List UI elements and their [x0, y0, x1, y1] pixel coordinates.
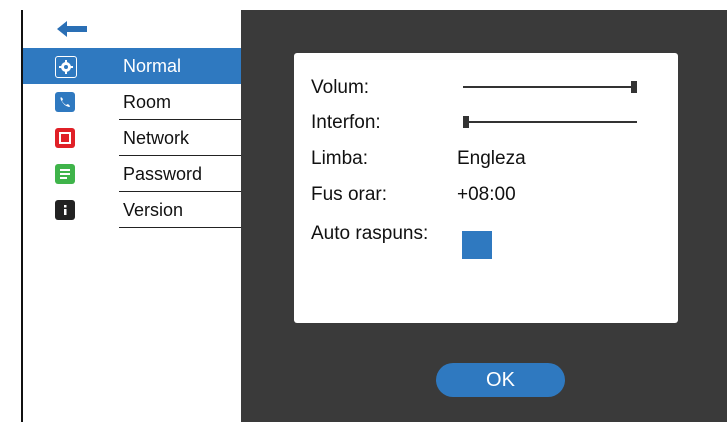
document-icon [55, 164, 75, 184]
menu-item-label: Version [123, 200, 184, 220]
sidebar: Normal Room Network Password Version [23, 10, 241, 422]
square-icon [55, 128, 75, 148]
phone-icon [55, 92, 75, 112]
limba-value[interactable]: Engleza [457, 148, 526, 170]
info-icon [55, 200, 75, 220]
menu-item-label: Room [123, 92, 172, 112]
menu-item-network[interactable]: Network [23, 120, 241, 156]
menu-item-label: Network [123, 128, 190, 148]
fus-orar-value[interactable]: +08:00 [457, 184, 516, 206]
interfon-label: Interfon: [311, 112, 381, 133]
slider-knob[interactable] [463, 116, 469, 128]
volum-label: Volum: [311, 77, 370, 98]
menu-item-password[interactable]: Password [23, 156, 241, 192]
gear-icon [55, 56, 77, 78]
fus-orar-label: Fus orar: [311, 184, 388, 205]
menu-item-room[interactable]: Room [23, 84, 241, 120]
arrow-left-icon [57, 21, 87, 37]
frame-left-border [0, 0, 23, 422]
slider-track [463, 86, 637, 88]
menu-item-normal[interactable]: Normal [23, 48, 241, 84]
auto-raspuns-toggle[interactable] [462, 231, 492, 259]
menu-item-label: Normal [123, 56, 182, 76]
auto-raspuns-label: Auto raspuns: [311, 223, 429, 244]
interfon-slider[interactable] [463, 116, 637, 128]
slider-knob[interactable] [631, 81, 637, 93]
settings-panel: Volum: Interfon: Limba: Engleza Fus orar… [294, 53, 678, 323]
menu-item-label: Password [123, 164, 203, 184]
main-area: Volum: Interfon: Limba: Engleza Fus orar… [241, 10, 727, 422]
menu-item-version[interactable]: Version [23, 192, 241, 228]
back-button[interactable] [53, 16, 93, 42]
limba-label: Limba: [311, 148, 369, 169]
volum-slider[interactable] [463, 81, 637, 93]
settings-menu: Normal Room Network Password Version [23, 48, 241, 228]
menu-separator [119, 227, 241, 228]
ok-button[interactable]: OK [436, 363, 565, 397]
slider-track [463, 121, 637, 123]
